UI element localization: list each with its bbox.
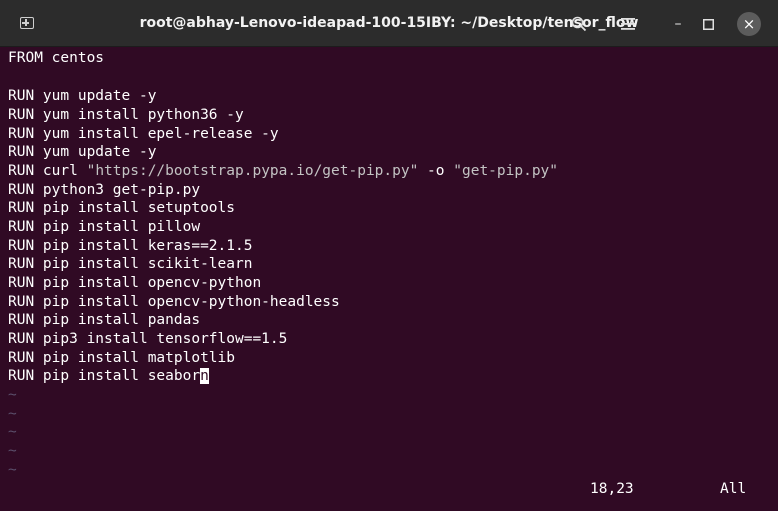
search-button[interactable] xyxy=(565,10,593,38)
hamburger-menu-icon xyxy=(621,18,635,30)
maximize-button[interactable] xyxy=(694,10,722,38)
terminal-window: root@abhay-Lenovo-ideapad-100-15IBY: ~/D… xyxy=(0,0,778,511)
empty-line-tilde: ~ xyxy=(8,387,17,403)
editor-line: RUN yum install epel-release -y xyxy=(8,126,279,142)
editor-line: RUN pip install scikit-learn xyxy=(8,256,253,272)
search-icon xyxy=(571,16,587,32)
scroll-position: All xyxy=(720,481,747,497)
terminal-content[interactable]: FROM centos RUN yum update -y RUN yum in… xyxy=(0,47,778,511)
new-tab-icon xyxy=(20,17,34,29)
cursor-position: 18,23 xyxy=(590,481,634,497)
string-literal: "https://bootstrap.pypa.io/get-pip.py" xyxy=(86,163,419,179)
editor-line: FROM centos xyxy=(8,50,105,66)
editor-line: RUN pip install pillow xyxy=(8,219,201,235)
editor-line: RUN pip install opencv-python-headless xyxy=(8,294,340,310)
editor-line: RUN python3 get-pip.py xyxy=(8,182,201,198)
menu-button[interactable] xyxy=(614,10,642,38)
editor-line: RUN pip install keras==2.1.5 xyxy=(8,238,253,254)
close-icon: × xyxy=(742,15,756,33)
new-tab-button[interactable] xyxy=(10,9,44,37)
editor-line: RUN pip install opencv-python xyxy=(8,275,262,291)
minimize-button[interactable]: – xyxy=(664,10,692,38)
editor-line: RUN pip install setuptools xyxy=(8,200,235,216)
editor-line: RUN pip install matplotlib xyxy=(8,350,235,366)
empty-line-tilde: ~ xyxy=(8,424,17,440)
editor-line: RUN curl "https://bootstrap.pypa.io/get-… xyxy=(8,163,559,179)
editor-line: RUN pip3 install tensorflow==1.5 xyxy=(8,331,288,347)
window-title: root@abhay-Lenovo-ideapad-100-15IBY: ~/D… xyxy=(139,15,639,31)
editor-line: RUN yum update -y xyxy=(8,144,157,160)
editor-line: RUN pip install pandas xyxy=(8,312,201,328)
editor-line: RUN yum install python36 -y xyxy=(8,107,244,123)
empty-line-tilde: ~ xyxy=(8,462,17,478)
empty-line-tilde: ~ xyxy=(8,406,17,422)
string-literal: "get-pip.py" xyxy=(453,163,559,179)
title-bar[interactable]: root@abhay-Lenovo-ideapad-100-15IBY: ~/D… xyxy=(0,0,778,47)
maximize-icon xyxy=(702,18,714,30)
minimize-icon: – xyxy=(674,16,682,32)
text-cursor: n xyxy=(200,368,209,384)
close-button[interactable]: × xyxy=(737,12,761,36)
editor-line: RUN yum update -y xyxy=(8,88,157,104)
empty-line-tilde: ~ xyxy=(8,443,17,459)
editor-line: RUN pip install seaborn xyxy=(8,368,209,384)
